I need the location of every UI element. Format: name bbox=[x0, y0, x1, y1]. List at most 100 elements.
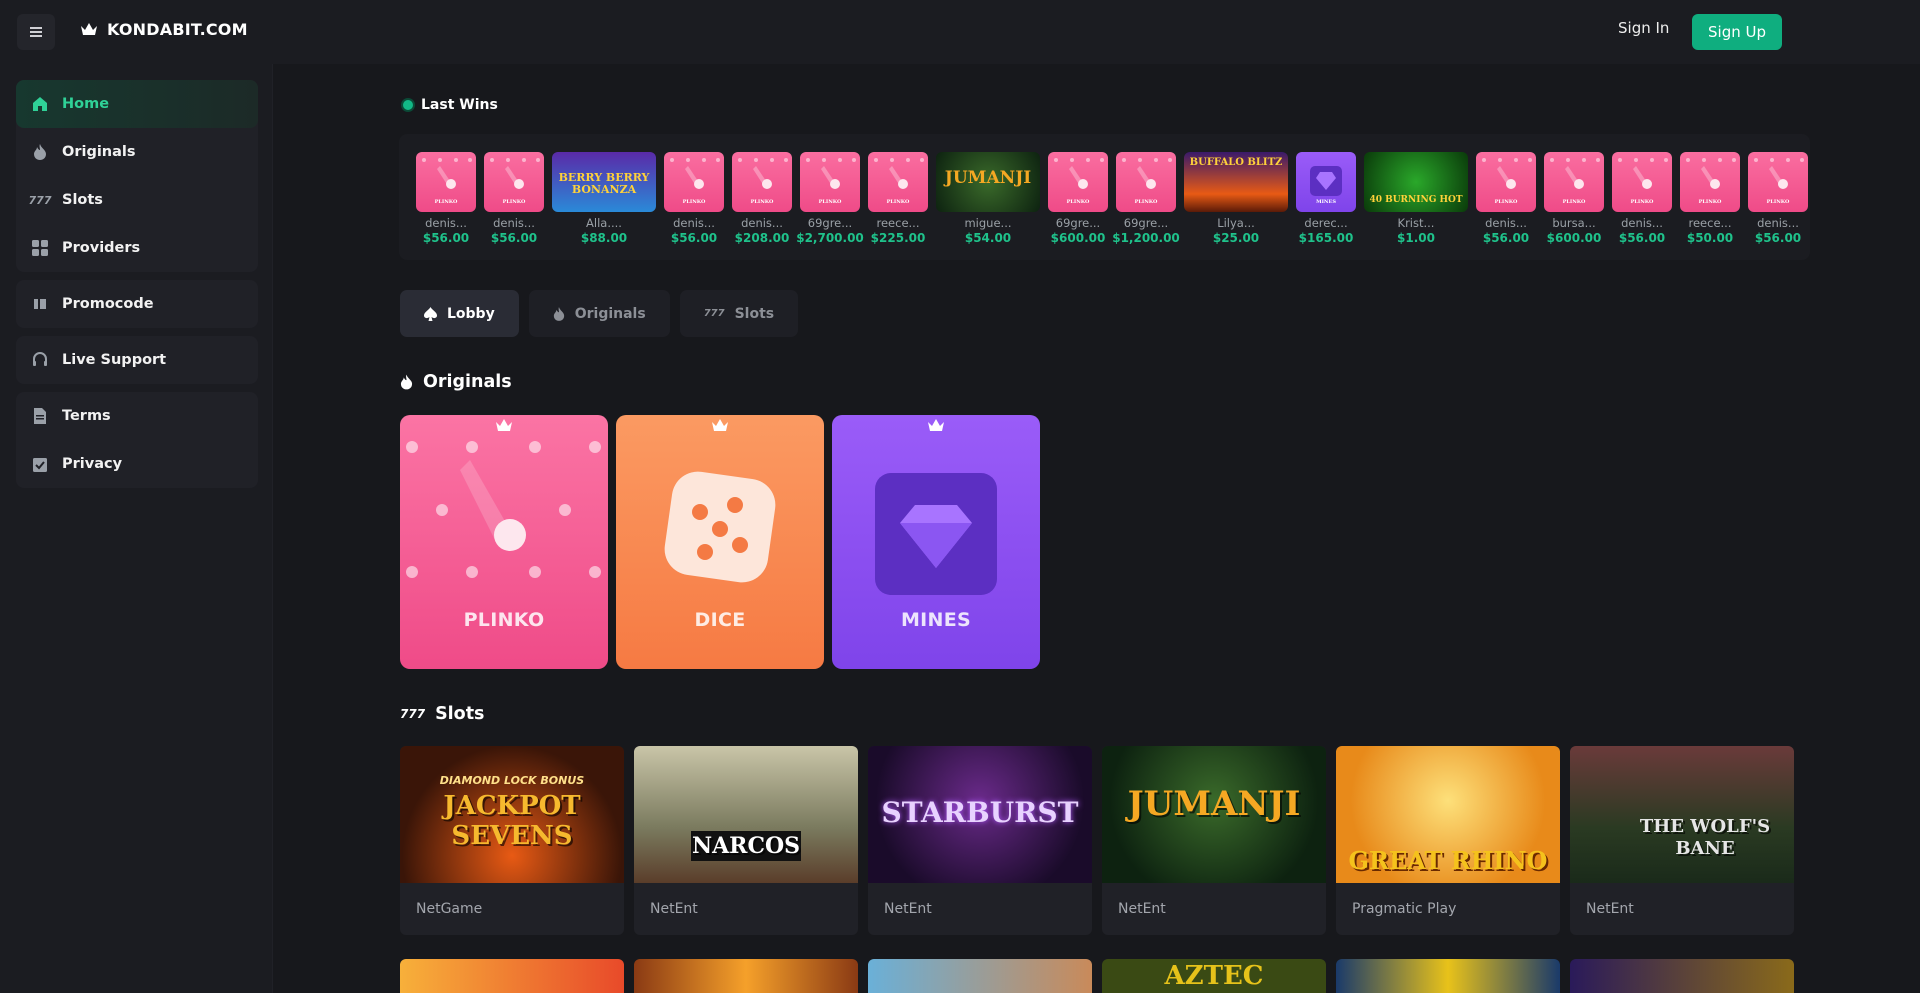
sidebar-item-live-support[interactable]: Live Support bbox=[16, 336, 258, 384]
slots-section-title: 777 Slots bbox=[400, 704, 484, 724]
original-game-name: PLINKO bbox=[463, 609, 545, 631]
win-thumb-label: PLINKO bbox=[886, 199, 910, 205]
sign-up-button[interactable]: Sign Up bbox=[1692, 14, 1782, 50]
win-amount: $1.00 bbox=[1397, 231, 1435, 245]
slot-title: JUMANJI bbox=[1127, 784, 1301, 824]
win-thumb-label: PLINKO bbox=[1630, 199, 1654, 205]
sidebar-legal-group: Terms Privacy bbox=[16, 392, 258, 488]
original-game-dice[interactable]: DICE bbox=[616, 415, 824, 669]
last-win-item[interactable]: PLINKO denis... $56.00 bbox=[484, 152, 544, 245]
last-win-item[interactable]: PLINKO bursa... $600.00 bbox=[1544, 152, 1604, 245]
win-thumb-label: BUFFALO BLITZ bbox=[1189, 157, 1283, 168]
live-dot-icon bbox=[403, 100, 413, 110]
win-thumb-label: PLINKO bbox=[1562, 199, 1586, 205]
win-game-thumbnail: PLINKO bbox=[1612, 152, 1672, 212]
original-game-plinko[interactable]: PLINKO bbox=[400, 415, 608, 669]
win-username: 69gre... bbox=[1055, 216, 1101, 230]
originals-section-title: Originals bbox=[400, 372, 512, 392]
slot-game-card[interactable] bbox=[868, 959, 1092, 993]
slot-game-card[interactable]: NARCOS NetEnt bbox=[634, 746, 858, 935]
slot-game-card[interactable]: STARBURST NetEnt bbox=[868, 746, 1092, 935]
win-amount: $56.00 bbox=[670, 231, 718, 245]
last-win-item[interactable]: PLINKO denis... $56.00 bbox=[664, 152, 724, 245]
last-win-item[interactable]: 40 BURNING HOT Krist... $1.00 bbox=[1364, 152, 1468, 245]
last-win-item[interactable]: PLINKO 69gre... $1,200.00 bbox=[1112, 152, 1180, 245]
win-amount: $56.00 bbox=[422, 231, 470, 245]
last-win-item[interactable]: PLINKO denis... $56.00 bbox=[1476, 152, 1536, 245]
win-game-thumbnail: JUMANJI bbox=[936, 152, 1040, 212]
sidebar-item-originals[interactable]: Originals bbox=[16, 128, 258, 176]
last-win-item[interactable]: PLINKO denis... $208.00 bbox=[732, 152, 792, 245]
last-win-item[interactable]: BERRY BERRY BONANZA Alla.... $88.00 bbox=[552, 152, 656, 245]
site-logo[interactable]: KONDABIT.COM bbox=[80, 20, 248, 39]
flame-icon bbox=[32, 144, 48, 160]
last-win-item[interactable]: PLINKO 69gre... $2,700.00 bbox=[796, 152, 864, 245]
slot-subtitle: DIAMOND LOCK BONUS bbox=[439, 774, 585, 787]
sidebar-item-promocode[interactable]: Promocode bbox=[16, 280, 258, 328]
slot-game-card[interactable]: JUMANJI NetEnt bbox=[1102, 746, 1326, 935]
sidebar-item-terms[interactable]: Terms bbox=[16, 392, 258, 440]
slots-777-icon: 777 bbox=[703, 308, 725, 319]
flame-icon bbox=[553, 306, 564, 321]
win-thumb-label: PLINKO bbox=[1134, 199, 1158, 205]
last-wins-strip: PLINKO denis... $56.00 PLINKO denis... $56.00… bbox=[399, 134, 1810, 260]
sidebar-item-home[interactable]: Home bbox=[16, 80, 258, 128]
last-win-item[interactable]: PLINKO reece... $225.00 bbox=[868, 152, 928, 245]
win-username: derec... bbox=[1304, 216, 1348, 230]
win-game-thumbnail: PLINKO bbox=[1748, 152, 1808, 212]
win-username: denis... bbox=[425, 216, 467, 230]
tab-slots[interactable]: 777 Slots bbox=[679, 290, 799, 337]
last-win-item[interactable]: PLINKO denis... $56.00 bbox=[416, 152, 476, 245]
last-win-item[interactable]: PLINKO reece... $50.00 bbox=[1680, 152, 1740, 245]
win-thumb-label: PLINKO bbox=[750, 199, 774, 205]
slot-game-card[interactable]: DIAMOND LOCK BONUS JACKPOT SEVENS NetGam… bbox=[400, 746, 624, 935]
sign-in-button[interactable]: Sign In bbox=[1618, 19, 1669, 37]
last-win-item[interactable]: PLINKO 69gre... $600.00 bbox=[1048, 152, 1108, 245]
tab-originals[interactable]: Originals bbox=[528, 290, 670, 337]
win-amount: $165.00 bbox=[1298, 231, 1354, 245]
last-win-item[interactable]: PLINKO denis... $56.00 bbox=[1612, 152, 1672, 245]
win-username: reece... bbox=[1688, 216, 1732, 230]
document-icon bbox=[32, 408, 48, 424]
win-thumb-label: PLINKO bbox=[1066, 199, 1090, 205]
crown-icon bbox=[712, 419, 728, 431]
last-wins-header: Last Wins bbox=[403, 97, 498, 113]
slot-game-card[interactable] bbox=[400, 959, 624, 993]
last-wins-title: Last Wins bbox=[421, 97, 498, 113]
tab-lobby[interactable]: Lobby bbox=[400, 290, 519, 337]
sidebar-item-providers[interactable]: Providers bbox=[16, 224, 258, 272]
slot-game-card[interactable]: AZTEC bbox=[1102, 959, 1326, 993]
last-win-item[interactable]: PLINKO denis... $56.00 bbox=[1748, 152, 1808, 245]
slot-thumbnail: DIAMOND LOCK BONUS JACKPOT SEVENS bbox=[400, 746, 624, 883]
sidebar-item-slots[interactable]: 777 Slots bbox=[16, 176, 258, 224]
win-amount: $25.00 bbox=[1212, 231, 1260, 245]
ticket-icon bbox=[32, 296, 48, 312]
clipboard-check-icon bbox=[32, 456, 48, 472]
original-game-mines[interactable]: MINES bbox=[832, 415, 1040, 669]
slot-title: AZTEC bbox=[1164, 961, 1264, 991]
crown-icon bbox=[928, 419, 944, 431]
slot-game-card[interactable]: GREAT RHINO Pragmatic Play bbox=[1336, 746, 1560, 935]
win-username: bursa... bbox=[1552, 216, 1596, 230]
menu-toggle-button[interactable] bbox=[17, 14, 55, 50]
slot-game-card[interactable] bbox=[1336, 959, 1560, 993]
sidebar-item-label: Home bbox=[62, 96, 110, 112]
last-win-item[interactable]: JUMANJI migue... $54.00 bbox=[936, 152, 1040, 245]
sidebar-item-privacy[interactable]: Privacy bbox=[16, 440, 258, 488]
slot-provider: NetEnt bbox=[884, 901, 932, 917]
slot-title: GREAT RHINO bbox=[1348, 846, 1548, 875]
win-game-thumbnail: PLINKO bbox=[1544, 152, 1604, 212]
slot-title: STARBURST bbox=[881, 796, 1079, 829]
slot-game-card[interactable]: THE WOLF'S BANE NetEnt bbox=[1570, 746, 1794, 935]
win-thumb-label: PLINKO bbox=[502, 199, 526, 205]
last-win-item[interactable]: MINES derec... $165.00 bbox=[1296, 152, 1356, 245]
win-username: denis... bbox=[1757, 216, 1799, 230]
last-win-item[interactable]: BUFFALO BLITZ Lilya... $25.00 bbox=[1184, 152, 1288, 245]
slot-game-card[interactable] bbox=[1570, 959, 1794, 993]
sidebar-item-label: Slots bbox=[62, 192, 103, 208]
win-game-thumbnail: PLINKO bbox=[484, 152, 544, 212]
win-thumb-label: PLINKO bbox=[1766, 199, 1790, 205]
original-game-name: DICE bbox=[694, 609, 746, 631]
slot-game-card[interactable] bbox=[634, 959, 858, 993]
sidebar-promo-group: Promocode bbox=[16, 280, 258, 328]
